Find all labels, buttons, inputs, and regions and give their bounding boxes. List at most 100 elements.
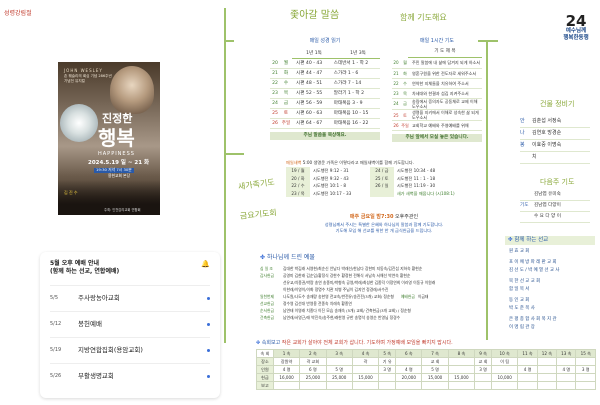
church-logo: 24 예수님께 행복한동행: [556, 14, 596, 46]
daily-prayer-row: 24 금 송림에서 증의자도 공동체로 교제 이해 도우소서: [392, 98, 482, 110]
reading-3-year: 마태복음 16 - 22: [333, 120, 369, 126]
offering-list: 십 일 조 김대한 박김래 서영현/최순신 안남다 박래선/한남다 장한미 지동숙…: [260, 265, 486, 321]
item-names: 김남엽 유미숙: [534, 192, 561, 198]
item-names: 김연호 방경순: [532, 130, 562, 137]
attendance-note: 작은 교회가 살아야 전체 교회가 삽니다. 기도하며 가정예배 모임을 빠지지…: [281, 340, 453, 346]
new-family-row: 20 / 화 시도행전 9:32 - 43 25 / 토 시도행전 11 : 1 - …: [286, 174, 482, 183]
row-date: 24: [393, 101, 399, 107]
attendance-cell: 3 명: [575, 365, 596, 375]
row-weekday: 수: [283, 80, 289, 86]
attendance-header: 8 속: [447, 349, 476, 359]
mission-item: 북 한 선 교 교 회: [509, 278, 541, 284]
attendance-cell: [378, 381, 397, 391]
friday-line2: 기도해 모임 해 선교를 위한 한 개 금식헌금을 드립니다.: [335, 227, 433, 233]
attendance-cell: 3 명: [474, 365, 493, 375]
offering-row: 십 일 조 김대한 박김래 서영현/최순신 안남다 박래선/한남다 장한미 지동숙…: [260, 265, 486, 272]
attendance-cell: [325, 381, 353, 391]
worship-card-title: 5월 오후 예배 안내: [50, 260, 100, 267]
attendance-cell: [575, 357, 596, 367]
row-weekday: 월: [283, 60, 289, 66]
worship-item[interactable]: 5/5 주사랑농아교회: [50, 285, 210, 311]
attendance-cell: 곽 교회: [299, 357, 327, 367]
daily-prayer-row: 20 월 주민 말씀에 내 삶에 담겨지 되게 하소서: [392, 58, 482, 69]
attendance-cell: 20,000: [395, 373, 423, 383]
attendance-cell: 이 팀: [491, 357, 519, 367]
row-weekday: 토: [283, 110, 289, 116]
poster-english: HAPPINESS: [98, 151, 135, 157]
offering-type: 건축헌금: [260, 314, 274, 320]
attendance-header: 2 속: [299, 349, 327, 359]
section-title-new-family: 새가족기도: [237, 177, 276, 192]
right-section-title-2: 다음주 기도: [540, 178, 575, 186]
worship-schedule-card[interactable]: 5월 오후 예배 안내 (함께 하는 선교, 연합예배) 🔔 5/5 주사랑농아교…: [40, 252, 220, 398]
poster-date: 2024.5.19 일 ~ 21 화: [88, 160, 150, 166]
offering-names: 정수영 김선대 반영용 전종숙 치래숙 황종연: [283, 300, 352, 306]
reading-date: 26 / 일: [369, 182, 394, 190]
reading-passage: 시도행전 10:1 - 8: [313, 183, 346, 189]
status-dot-icon: [207, 323, 210, 326]
offering-type: 순서헌금: [260, 307, 274, 313]
attendance-cell: 4 명: [517, 365, 538, 375]
reading-1-year: 시편 56 - 59: [296, 100, 323, 106]
mission-item: 포 이 예 방 파 레 판 교 회: [509, 259, 557, 265]
offering-names: 이금태: [417, 293, 429, 299]
reading-passage: 새가 새벽을 깨웁니다 (시108:1): [396, 190, 455, 196]
attendance-cell: [491, 365, 519, 375]
reading-3-year: 마태복음 3 - 9: [333, 100, 363, 106]
right-list-item: 김남엽 유미숙: [520, 190, 590, 201]
mission-item: 박 도 준 목 사: [509, 305, 535, 311]
reading-passage: 시도행전 11 : 1 - 18: [396, 175, 436, 181]
reading-date: 25 / 토: [369, 174, 394, 183]
friday-title: 매주 금요일 밤7:30: [349, 214, 394, 220]
bible-reading-row: 22 수 시편 48 - 51 스가랴 7 - 14: [270, 79, 380, 89]
item-role: 안: [520, 118, 525, 125]
attendance-header-row: 속 회1 속2 속3 속4 속5 속6 속7 속8 속9 속 10 속 11 속 12…: [256, 349, 596, 359]
row-date: 26: [272, 120, 278, 126]
reading-date: [369, 189, 394, 198]
poster-venue: 용현교회 본당: [108, 173, 131, 178]
bell-icon[interactable]: 🔔: [201, 260, 210, 269]
daily-prayer-head: 기 도 제 목: [408, 49, 482, 59]
reading-date: 24 / 금: [369, 167, 394, 175]
offering-row: 선유교/치종권/박량 송연 송종미/박형숙 공영/박래/최성한 김종덕 이정연희…: [260, 279, 486, 286]
new-family-row: 23 / 목 시도행전 10:17 - 33 새가 새벽을 깨웁니다 (시108:1…: [286, 189, 482, 198]
reading-date: 19 / 월: [286, 167, 310, 175]
section-title-pray-together: 함께 기도해요: [400, 13, 447, 22]
missions-title: 함께 하는 선교: [514, 237, 549, 243]
daily-prayer-row: 23 목 차세대와 한결과 섬김 지켜주소서: [392, 88, 482, 99]
prayer-topic: 생명을 지키에서 이해로 성숙한 삶 되게 도우소서: [412, 109, 479, 121]
attendance-header: 5 속: [378, 349, 397, 359]
right-list-item: 수 요 다 양 이: [520, 212, 590, 223]
attendance-cell: [474, 373, 493, 383]
worship-item[interactable]: 5/12 봉헌예배: [50, 311, 210, 337]
offering-row: 순서헌금 남연태 이영래 치종다 이진 모습 송재숙 (5개) 교회/ 건축헌금(…: [260, 307, 486, 314]
row-weekday: 주일: [401, 123, 409, 129]
attendance-row-label: 인원: [256, 365, 274, 375]
reading-passage: 시도행전 11:19 - 30: [396, 183, 436, 189]
daily-prayer-panel: 매일 1시간 기도 기 도 제 목 20 월 주민 말씀에 내 삶에 담겨지 되게 …: [392, 38, 482, 142]
poster-flower: [60, 104, 98, 142]
offering-type: 감사헌금: [260, 272, 274, 278]
offering-names: 나도원/나도수 송재량 송한영 전교숙/반전유/송진전(3개) 교회/ 정순형: [283, 293, 394, 299]
attendance-header: 9 속: [474, 349, 493, 359]
row-weekday: 주일: [281, 120, 291, 126]
divider-line: [224, 8, 226, 153]
divider-line: [486, 40, 488, 340]
worship-item[interactable]: 5/19 지방연합집회(용암교회): [50, 337, 210, 363]
attendance-cell: 3 명: [378, 365, 397, 375]
attendance-header: 10 속: [491, 349, 519, 359]
offering-row: 일천번제 나도원/나도수 송재량 송한영 전교숙/반전유/송진전(3개) 교회/ …: [260, 293, 486, 300]
new-family-row: 22 / 수 시도행전 10:1 - 8 26 / 일 시도행전 11:19 - 30: [286, 182, 482, 190]
poster-sub1: 존 웨슬리의 회심 기념 286주년: [64, 74, 112, 78]
worship-item[interactable]: 5/26 부활생명교회: [50, 363, 210, 389]
reading-1-year: 시편 48 - 51: [296, 80, 323, 86]
reading-date: 22 / 수: [286, 182, 310, 190]
daily-prayer-row: 22 수 연약한 지체들을 치유하여 주소서: [392, 78, 482, 89]
row-weekday: 월: [403, 60, 407, 66]
missions-list: 원 효 교 회포 이 예 방 파 레 판 교 회김 선 도 / 박 예 열 선 …: [505, 249, 595, 336]
right-section-title-1: 건물 정비기: [540, 100, 575, 108]
row-weekday: 화: [283, 70, 289, 76]
attendance-cell: [556, 357, 577, 367]
attendance-cell: 15,000: [351, 373, 380, 383]
item-names: 김남엽 다양이: [534, 203, 561, 209]
